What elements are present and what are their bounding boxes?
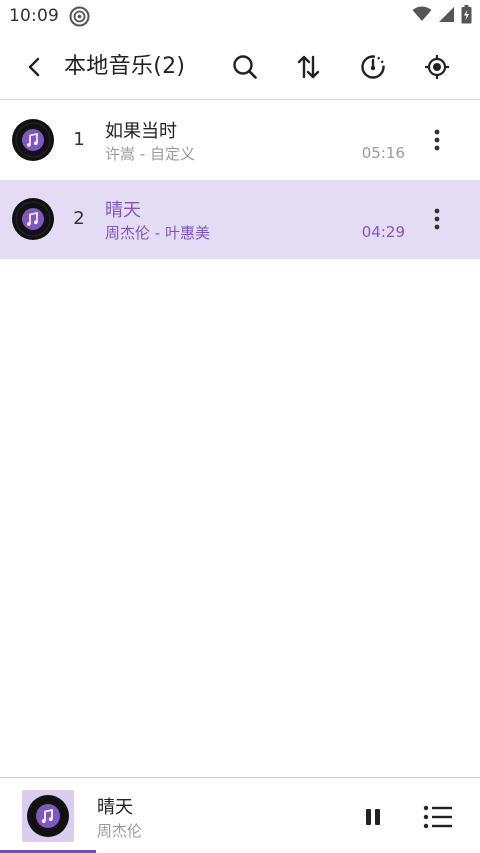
back-arrow-icon: [28, 57, 40, 77]
sleep-timer-button[interactable]: [352, 47, 394, 87]
battery-icon: [461, 4, 472, 28]
app-bar: 本地音乐(2): [0, 34, 480, 100]
signal-icon: [438, 6, 455, 27]
disc-icon: [69, 6, 90, 27]
song-row[interactable]: 1 如果当时 许嵩 - 自定义 05:16: [0, 101, 480, 180]
sort-button[interactable]: [288, 47, 330, 87]
mini-player[interactable]: 晴天 周杰伦: [0, 777, 480, 853]
song-artist-album: 许嵩 - 自定义: [105, 145, 195, 163]
locate-current-button[interactable]: [416, 47, 458, 87]
player-artist: 周杰伦: [97, 822, 143, 840]
song-more-button[interactable]: [422, 125, 452, 155]
playlist-icon: [423, 805, 452, 829]
song-row[interactable]: 2 晴天 周杰伦 - 叶惠美 04:29: [0, 180, 480, 259]
status-time: 10:09: [9, 6, 59, 26]
more-vert-icon: [434, 208, 440, 230]
more-vert-icon: [434, 129, 440, 151]
song-duration: 04:29: [361, 223, 405, 241]
search-icon: [233, 55, 257, 79]
search-button[interactable]: [224, 47, 266, 87]
song-title: 晴天: [105, 200, 141, 221]
song-list: 1 如果当时 许嵩 - 自定义 05:16 2 晴天 周杰伦 - 叶惠美 04:…: [0, 101, 480, 259]
song-title: 如果当时: [105, 121, 177, 142]
song-index: 2: [73, 208, 85, 229]
music-note-icon: [27, 795, 69, 837]
song-index: 1: [73, 129, 85, 150]
song-more-button[interactable]: [422, 204, 452, 234]
back-button[interactable]: [14, 47, 54, 87]
wifi-icon: [412, 6, 432, 26]
sort-icon: [297, 55, 320, 79]
album-disc-icon: [12, 119, 54, 161]
song-duration: 05:16: [361, 144, 405, 162]
player-song-title: 晴天: [97, 797, 133, 818]
status-icons: [412, 4, 472, 28]
album-disc-icon: [12, 198, 54, 240]
timer-icon: [361, 55, 385, 79]
song-artist-album: 周杰伦 - 叶惠美: [105, 224, 210, 242]
locate-icon: [425, 55, 449, 79]
page-title: 本地音乐(2): [64, 54, 186, 79]
playlist-button[interactable]: [418, 798, 458, 836]
status-bar: 10:09: [0, 0, 480, 34]
pause-button[interactable]: [354, 798, 392, 836]
player-album-art[interactable]: [22, 790, 74, 842]
pause-icon: [366, 809, 380, 825]
